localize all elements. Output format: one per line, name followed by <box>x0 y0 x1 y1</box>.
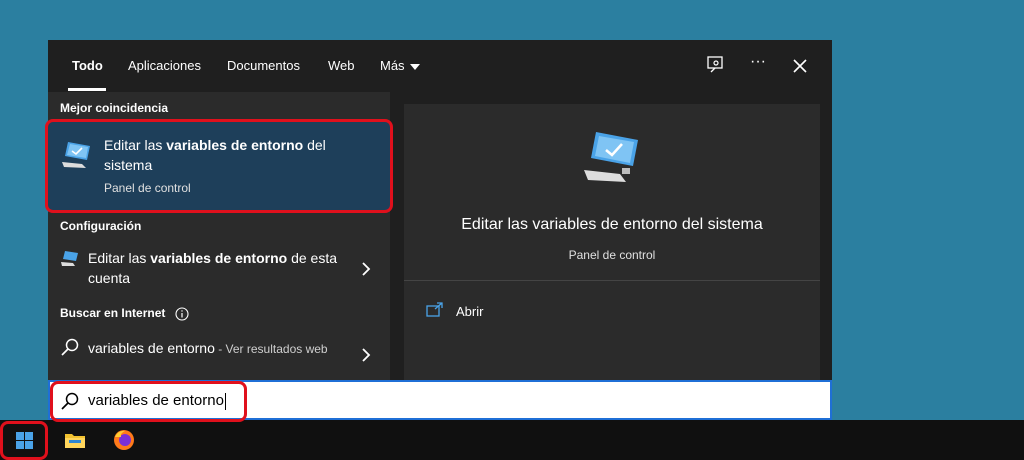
search-panel: Todo Aplicaciones Documentos Web Más ···… <box>48 40 832 380</box>
tab-all[interactable]: Todo <box>72 58 103 73</box>
more-options-dots: ··· <box>750 53 766 70</box>
title-prefix: Editar las <box>104 137 167 153</box>
results-list: Mejor coincidencia Editar las variables … <box>48 92 390 380</box>
best-match-subtitle: Panel de control <box>104 181 191 195</box>
system-computer-icon <box>60 140 94 170</box>
search-icon <box>61 392 79 410</box>
title-bold: variables de entorno <box>166 137 304 153</box>
web-search-heading: Buscar en Internet <box>60 306 189 321</box>
search-input-value: variables de entorno <box>88 392 224 409</box>
chevron-right-icon[interactable] <box>360 348 372 362</box>
preview-card: Editar las variables de entorno del sist… <box>404 104 820 380</box>
tab-documents[interactable]: Documentos <box>227 58 300 73</box>
open-icon <box>426 302 443 317</box>
firefox-button[interactable] <box>100 420 148 460</box>
preview-pane: Editar las variables de entorno del sist… <box>390 92 832 380</box>
search-box[interactable]: variables de entorno <box>48 380 832 420</box>
file-explorer-button[interactable] <box>50 420 98 460</box>
firefox-icon <box>114 430 134 450</box>
settings-result-user-env[interactable]: Editar las variables de entorno de esta … <box>48 244 390 290</box>
start-button[interactable] <box>0 420 48 460</box>
tab-web[interactable]: Web <box>328 58 355 73</box>
text-caret <box>224 392 226 410</box>
caret-down-icon <box>409 63 420 70</box>
web-suffix: - Ver resultados web <box>214 342 328 356</box>
preview-subtitle: Panel de control <box>568 248 656 262</box>
folder-icon <box>65 434 85 448</box>
taskbar <box>0 420 1024 460</box>
web-search-heading-label: Buscar en Internet <box>60 306 166 320</box>
settings-bold: variables de entorno <box>150 250 288 266</box>
close-icon[interactable] <box>788 54 812 78</box>
open-action[interactable]: Abrir <box>426 302 483 322</box>
feedback-icon[interactable] <box>704 54 728 78</box>
settings-prefix: Editar las <box>88 250 151 266</box>
chevron-right-icon[interactable] <box>360 262 372 276</box>
search-tabs-bar: Todo Aplicaciones Documentos Web Más ··· <box>48 40 832 92</box>
best-match-heading: Mejor coincidencia <box>60 101 169 115</box>
settings-heading: Configuración <box>60 219 142 233</box>
tab-apps[interactable]: Aplicaciones <box>128 58 201 73</box>
best-match-result[interactable]: Editar las variables de entorno del sist… <box>48 122 390 212</box>
info-icon[interactable] <box>175 307 189 321</box>
open-label: Abrir <box>456 304 484 319</box>
web-search-text: variables de entorno - Ver resultados we… <box>88 338 348 359</box>
best-match-title: Editar las variables de entorno del sist… <box>104 135 374 175</box>
web-search-result[interactable]: variables de entorno - Ver resultados we… <box>48 334 390 380</box>
tab-more-label: Más <box>380 58 405 73</box>
tab-more[interactable]: Más <box>380 58 420 73</box>
windows-logo-icon <box>16 432 33 449</box>
preview-divider <box>404 280 820 281</box>
settings-result-text: Editar las variables de entorno de esta … <box>88 248 348 288</box>
more-options-icon[interactable]: ··· <box>746 54 770 78</box>
search-input[interactable]: variables de entorno <box>88 392 226 410</box>
search-icon <box>60 338 80 356</box>
user-computer-icon <box>60 250 80 268</box>
system-computer-icon <box>582 130 642 186</box>
active-tab-indicator <box>68 88 106 91</box>
preview-title: Editar las variables de entorno del sist… <box>461 216 763 233</box>
web-query: variables de entorno <box>88 340 215 356</box>
